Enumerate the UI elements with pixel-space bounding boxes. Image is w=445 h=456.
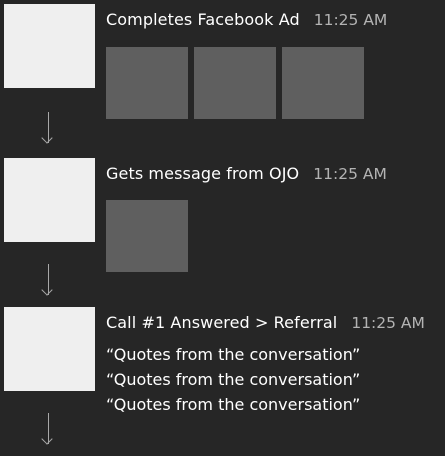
avatar — [4, 4, 95, 88]
attachment-thumbnail[interactable] — [106, 47, 188, 119]
arrow-down-icon — [41, 413, 56, 445]
timeline-event-ojo-message: Gets message from OJO 11:25 AM — [0, 158, 445, 274]
activity-timeline: Completes Facebook Ad 11:25 AM Gets messa… — [0, 0, 445, 456]
attachment-thumbnail[interactable] — [282, 47, 364, 119]
attachment-thumbnails — [106, 47, 364, 119]
arrow-down-icon — [41, 264, 56, 296]
conversation-quotes: “Quotes from the conversation” “Quotes f… — [106, 342, 360, 417]
avatar — [4, 158, 95, 242]
event-timestamp: 11:25 AM — [313, 11, 388, 29]
event-timestamp: 11:25 AM — [313, 165, 387, 183]
conversation-quote: “Quotes from the conversation” — [106, 345, 361, 364]
avatar — [4, 307, 95, 391]
event-header: Gets message from OJO 11:25 AM — [106, 164, 387, 183]
attachment-thumbnail[interactable] — [194, 47, 276, 119]
event-header: Call #1 Answered > Referral 11:25 AM — [106, 313, 425, 332]
event-timestamp: 11:25 AM — [351, 314, 425, 332]
conversation-quote: “Quotes from the conversation” — [106, 370, 361, 389]
event-title: Call #1 Answered > Referral — [106, 313, 338, 332]
arrow-down-icon — [41, 112, 56, 144]
event-title: Gets message from OJO — [106, 164, 300, 183]
timeline-event-facebook-ad: Completes Facebook Ad 11:25 AM — [0, 4, 445, 120]
timeline-event-call-answered: Call #1 Answered > Referral 11:25 AM “Quo… — [0, 307, 445, 427]
attachment-thumbnails — [106, 200, 188, 272]
event-title: Completes Facebook Ad — [106, 10, 300, 29]
conversation-quote: “Quotes from the conversation” — [106, 395, 361, 414]
event-header: Completes Facebook Ad 11:25 AM — [106, 10, 387, 29]
attachment-thumbnail[interactable] — [106, 200, 188, 272]
